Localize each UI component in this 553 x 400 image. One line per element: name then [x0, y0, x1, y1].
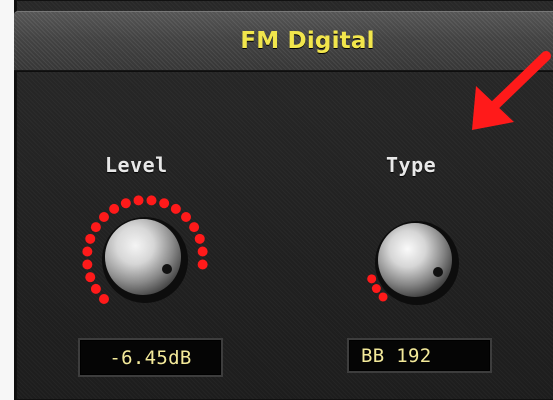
level-ring-dot [82, 246, 93, 257]
type-ring-dot [371, 284, 381, 294]
type-ring-dot [378, 292, 388, 302]
level-ring-dot [85, 233, 96, 244]
level-knob[interactable] [75, 187, 215, 327]
level-ring-dot [98, 294, 109, 305]
level-ring-dot [197, 259, 208, 270]
type-knob-pointer [433, 267, 443, 277]
level-ring-dot [181, 211, 192, 222]
type-value-display[interactable]: BB 192 [347, 338, 492, 373]
level-ring-dot [194, 233, 205, 244]
level-ring-dot [197, 246, 208, 257]
level-ring-dot [189, 222, 200, 233]
level-ring-dot [133, 195, 144, 206]
level-ring-dot [90, 283, 101, 294]
red-arrow-icon [472, 51, 551, 130]
level-label: Level [105, 153, 168, 177]
level-ring-dot [90, 222, 101, 233]
level-ring-dot [82, 259, 93, 270]
level-ring-dot [98, 211, 109, 222]
level-ring-dot [146, 195, 157, 206]
type-knob[interactable] [352, 197, 482, 327]
level-ring-dot [170, 203, 181, 214]
level-ring-dot [109, 203, 120, 214]
level-ring-dot [159, 198, 170, 209]
type-label: Type [386, 153, 437, 177]
plugin-title: FM Digital [240, 28, 375, 54]
level-ring-dot [85, 272, 96, 283]
type-ring-dot [367, 274, 377, 284]
level-knob-pointer [162, 264, 172, 274]
level-value-display[interactable]: -6.45dB [78, 338, 223, 377]
level-ring-dot [120, 198, 131, 209]
